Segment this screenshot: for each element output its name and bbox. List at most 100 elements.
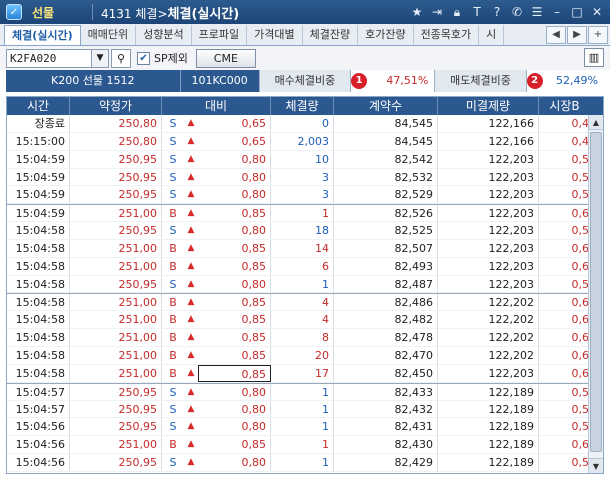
tab-realtime-trades[interactable]: 체결(실시간) <box>4 25 81 45</box>
help-icon[interactable]: ? <box>488 3 506 21</box>
sell-ratio-value: 2 52,49% <box>525 70 604 92</box>
cell-side: S <box>169 134 177 148</box>
cme-button[interactable]: CME <box>195 48 256 68</box>
cell-open-interest: 122,202 <box>438 311 539 329</box>
up-arrow-icon: ▲ <box>187 225 195 236</box>
scroll-thumb[interactable] <box>590 132 602 452</box>
cell-diff: 0,65 <box>198 132 271 150</box>
cell-time: 15:04:56 <box>7 436 70 454</box>
cell-time: 15:04:58 <box>7 311 70 329</box>
code-input[interactable]: K2FA020 <box>6 48 92 68</box>
close-icon[interactable]: ✕ <box>588 3 606 21</box>
table-row[interactable]: 15:04:57 250,95 S ▲ 0,80 1 82,433 122,189 0,59 <box>7 382 603 401</box>
cell-time: 15:04:58 <box>7 364 70 382</box>
tab-price-level[interactable]: 가격대별 <box>247 25 303 45</box>
table-row[interactable]: 15:04:56 251,00 B ▲ 0,85 1 82,430 122,189 0,64 <box>7 436 603 455</box>
table-row[interactable]: 15:04:59 250,95 S ▲ 0,80 10 82,542 122,203 0,59 <box>7 150 603 169</box>
cell-qty: 2,003 <box>271 132 334 150</box>
cell-price: 250,95 <box>70 418 162 436</box>
buy-ratio-text: 47,51% <box>386 74 429 87</box>
table-row[interactable]: 15:04:58 251,00 B ▲ 0,85 20 82,470 122,202 0,64 <box>7 346 603 365</box>
table-row[interactable]: 15:04:58 251,00 B ▲ 0,85 8 82,478 122,202 0,64 <box>7 329 603 347</box>
cell-qty: 20 <box>271 346 334 364</box>
table-row[interactable]: 15:04:58 251,00 B ▲ 0,85 17 82,450 122,203 0,64 <box>7 364 603 383</box>
link-out-icon[interactable]: ⇥ <box>428 3 446 21</box>
cell-diff: 0,80 <box>198 150 271 168</box>
table-row[interactable]: 15:04:56 250,95 S ▲ 0,80 1 82,429 122,189 0,59 <box>7 454 603 472</box>
cell-diff: 0,85 <box>198 311 271 329</box>
table-row[interactable]: 15:04:59 250,95 S ▲ 0,80 3 82,529 122,203 0,59 <box>7 186 603 205</box>
cell-open-interest: 122,166 <box>438 132 539 150</box>
tab-profile[interactable]: 프로파일 <box>192 25 248 45</box>
table-row[interactable]: 15:04:57 250,95 S ▲ 0,80 1 82,432 122,189 0,59 <box>7 400 603 419</box>
cell-side: B <box>169 348 177 362</box>
sp-exclude-checkbox[interactable]: ✔ <box>137 51 150 65</box>
tab-prev-icon[interactable]: ◀ <box>546 26 566 44</box>
cell-price: 251,00 <box>70 436 162 454</box>
cell-price: 251,00 <box>70 257 162 275</box>
col-qty[interactable]: 체결량 <box>271 97 334 115</box>
cell-price: 250,80 <box>70 132 162 150</box>
table-row[interactable]: 15:04:59 251,00 B ▲ 0,85 1 82,526 122,203 0,64 <box>7 204 603 223</box>
cell-price: 250,95 <box>70 383 162 400</box>
summary-bar: K200 선물 1512 101KC000 매수체결비중 1 47,51% 매도… <box>6 70 604 92</box>
lock-icon[interactable]: 🔒︎ <box>448 3 466 21</box>
cell-price: 251,00 <box>70 205 162 222</box>
col-time[interactable]: 시간 <box>7 97 70 115</box>
cell-open-interest: 122,203 <box>438 275 539 293</box>
table-row[interactable]: 15:04:56 250,95 S ▲ 0,80 1 82,431 122,189 0,59 <box>7 418 603 437</box>
table-row[interactable]: 장종료 250,80 S ▲ 0,65 0 84,545 122,166 0,44 <box>7 115 603 133</box>
scroll-up-icon[interactable]: ▲ <box>589 115 603 130</box>
cell-qty: 1 <box>271 275 334 293</box>
scroll-down-icon[interactable]: ▼ <box>589 458 603 473</box>
chevron-down-icon[interactable]: ▼ <box>92 48 109 68</box>
cell-qty: 1 <box>271 454 334 471</box>
table-row[interactable]: 15:04:58 251,00 B ▲ 0,85 6 82,493 122,203 0,64 <box>7 257 603 276</box>
cell-open-interest: 122,189 <box>438 436 539 454</box>
tab-next-icon[interactable]: ▶ <box>567 26 587 44</box>
phone-icon[interactable]: ✆ <box>508 3 526 21</box>
table-row[interactable]: 15:04:59 250,95 S ▲ 0,80 3 82,532 122,203 0,59 <box>7 168 603 187</box>
table-row[interactable]: 15:04:58 250,95 S ▲ 0,80 18 82,525 122,203 0,59 <box>7 222 603 240</box>
cell-diff: 0,85 <box>198 239 271 257</box>
menu-icon[interactable]: ☰ <box>528 3 546 21</box>
text-size-icon[interactable]: T <box>468 3 486 21</box>
cell-diff: 0,85 <box>198 294 271 311</box>
cell-open-interest: 122,202 <box>438 329 539 346</box>
cell-open-interest: 122,189 <box>438 383 539 400</box>
table-row[interactable]: 15:04:58 250,95 S ▲ 0,80 1 82,487 122,203 0,59 <box>7 275 603 294</box>
tab-more[interactable]: 시 <box>479 25 505 45</box>
table-row[interactable]: 15:04:58 251,00 B ▲ 0,85 4 82,486 122,202 0,64 <box>7 293 603 312</box>
table-row[interactable]: 15:04:58 251,00 B ▲ 0,85 4 82,482 122,202 0,64 <box>7 311 603 330</box>
up-arrow-icon: ▲ <box>187 386 195 397</box>
col-open-interest[interactable]: 미결제량 <box>438 97 539 115</box>
vertical-scrollbar[interactable]: ▲ ▼ <box>588 115 603 473</box>
cell-contracts: 82,429 <box>334 454 438 471</box>
star-icon[interactable]: ★ <box>408 3 426 21</box>
tab-trade-unit[interactable]: 매매단위 <box>81 25 137 45</box>
table-row[interactable]: 15:04:58 251,00 B ▲ 0,85 14 82,507 122,203 0,64 <box>7 239 603 258</box>
col-diff[interactable]: 대비 <box>162 97 271 115</box>
tab-add-icon[interactable]: + <box>588 26 608 44</box>
cell-diff: 0,80 <box>198 168 271 186</box>
cell-diff: 0,85 <box>198 346 271 364</box>
up-arrow-icon: ▲ <box>187 278 195 289</box>
tab-quote-remaining[interactable]: 호가잔량 <box>358 25 414 45</box>
instrument-name: K200 선물 1512 <box>6 70 180 92</box>
cell-qty: 3 <box>271 168 334 186</box>
col-basis[interactable]: 시장B <box>539 97 590 115</box>
table-row[interactable]: 15:15:00 250,80 S ▲ 0,65 2,003 84,545 122,166 0,… <box>7 132 603 151</box>
minimize-icon[interactable]: – <box>548 3 566 21</box>
cell-side: S <box>169 152 177 166</box>
tab-trade-remaining[interactable]: 체결잔량 <box>303 25 359 45</box>
search-icon[interactable]: ⚲ <box>111 48 131 68</box>
col-contracts[interactable]: 계약수 <box>334 97 438 115</box>
cell-contracts: 82,450 <box>334 364 438 382</box>
cell-open-interest: 122,203 <box>438 222 539 239</box>
maximize-icon[interactable]: □ <box>568 3 586 21</box>
chart-icon[interactable]: ▥ <box>584 48 604 67</box>
tab-all-quotes[interactable]: 전종목호가 <box>414 25 480 45</box>
col-price[interactable]: 약정가 <box>70 97 162 115</box>
tab-tendency-analysis[interactable]: 성향분석 <box>136 25 192 45</box>
cell-side: B <box>169 259 177 273</box>
